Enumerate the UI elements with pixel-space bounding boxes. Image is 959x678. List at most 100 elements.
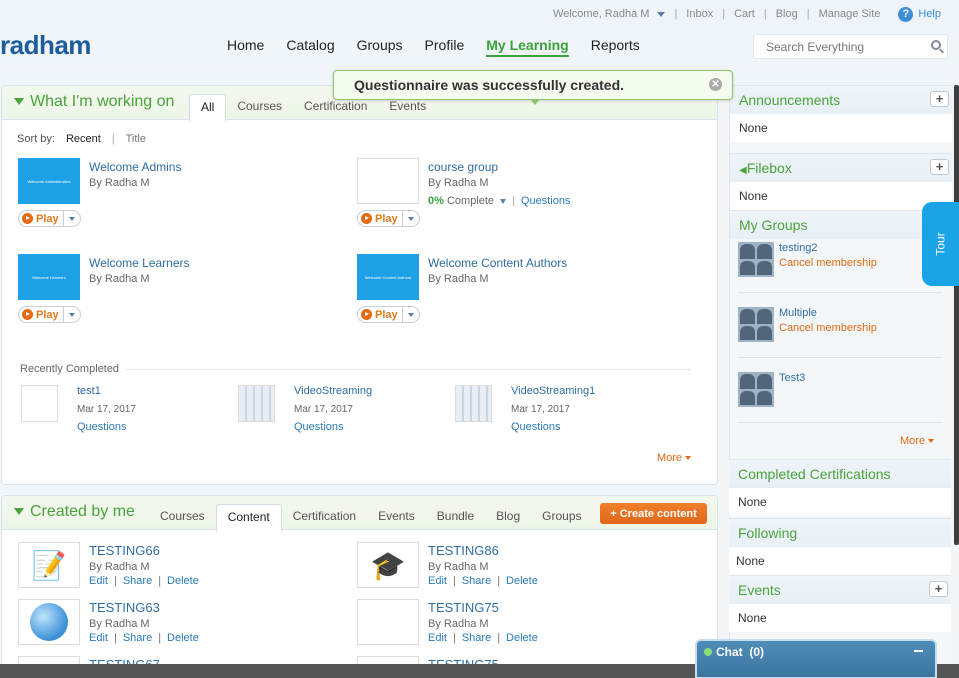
more-link[interactable]: More	[657, 452, 691, 464]
edit-link[interactable]: Edit	[89, 575, 108, 587]
recent-thumbnail[interactable]	[455, 385, 492, 422]
delete-link[interactable]: Delete	[506, 575, 538, 587]
play-button[interactable]: Play	[18, 306, 81, 323]
group-name[interactable]: Multiple	[779, 307, 817, 319]
share-link[interactable]: Share	[123, 632, 152, 644]
help-link[interactable]: ? Help	[898, 6, 941, 22]
edit-link[interactable]: Edit	[428, 632, 447, 644]
nav-my-learning[interactable]: My Learning	[486, 37, 569, 57]
tab-all[interactable]: All	[189, 94, 227, 122]
questions-link[interactable]: Questions	[511, 421, 561, 433]
cancel-membership-link[interactable]: Cancel membership	[779, 257, 877, 269]
announcements-value: None	[730, 114, 952, 142]
sort-title[interactable]: Title	[126, 133, 146, 145]
group-avatar-icon[interactable]	[738, 242, 774, 277]
sort-recent[interactable]: Recent	[66, 133, 101, 145]
content-thumbnail[interactable]	[18, 599, 80, 645]
create-content-button[interactable]: + Create content	[600, 503, 707, 524]
content-thumbnail[interactable]	[357, 599, 419, 645]
cart-link[interactable]: Cart	[734, 8, 755, 20]
recent-thumbnail[interactable]	[238, 385, 275, 422]
item-title[interactable]: course group	[428, 160, 498, 174]
tab-events[interactable]: Events	[367, 504, 426, 532]
questions-link[interactable]: Questions	[294, 421, 344, 433]
tab-bundle[interactable]: Bundle	[426, 504, 485, 532]
content-thumbnail[interactable]: 📝	[18, 542, 80, 588]
item-title[interactable]: Welcome Content Authors	[428, 256, 567, 270]
delete-link[interactable]: Delete	[167, 575, 199, 587]
site-logo[interactable]: radham	[0, 30, 91, 61]
questions-link[interactable]: Questions	[521, 195, 571, 207]
delete-link[interactable]: Delete	[167, 632, 199, 644]
tab-courses[interactable]: Courses	[149, 504, 216, 532]
recent-title[interactable]: VideoStreaming	[294, 385, 372, 397]
course-thumbnail[interactable]: Welcome Content Authors	[357, 254, 419, 300]
content-thumbnail[interactable]: 🎓	[357, 542, 419, 588]
chevron-down-icon[interactable]	[402, 211, 419, 226]
close-icon[interactable]: ✕	[709, 78, 722, 91]
tab-certification[interactable]: Certification	[282, 504, 367, 532]
search-input[interactable]: Search Everything	[766, 40, 864, 54]
share-link[interactable]: Share	[462, 632, 491, 644]
nav-profile[interactable]: Profile	[425, 37, 465, 57]
online-status-icon	[704, 648, 712, 656]
recent-title[interactable]: VideoStreaming1	[511, 385, 595, 397]
group-name[interactable]: Test3	[779, 372, 805, 384]
questions-link[interactable]: Questions	[77, 421, 127, 433]
chevron-down-icon[interactable]	[500, 198, 507, 204]
triangle-left-icon[interactable]: ◀	[739, 165, 747, 176]
nav-groups[interactable]: Groups	[357, 37, 403, 57]
collapse-icon[interactable]	[14, 508, 24, 515]
item-title[interactable]: Welcome Learners	[89, 256, 190, 270]
play-button[interactable]: Play	[357, 210, 420, 227]
delete-link[interactable]: Delete	[506, 632, 538, 644]
minimize-icon[interactable]	[914, 650, 923, 652]
cancel-membership-link[interactable]: Cancel membership	[779, 322, 877, 334]
inbox-link[interactable]: Inbox	[686, 8, 713, 20]
welcome-menu[interactable]: Welcome, Radha M	[553, 8, 666, 20]
add-announcement-button[interactable]: +	[930, 91, 949, 107]
chevron-down-icon[interactable]	[63, 211, 80, 226]
tour-button[interactable]: Tour	[922, 202, 959, 286]
nav-catalog[interactable]: Catalog	[286, 37, 334, 57]
content-title[interactable]: TESTING66	[89, 543, 160, 558]
scrollbar[interactable]	[954, 85, 959, 545]
play-icon	[22, 309, 33, 320]
add-file-button[interactable]: +	[930, 159, 949, 175]
add-event-button[interactable]: +	[929, 581, 948, 597]
edit-link[interactable]: Edit	[428, 575, 447, 587]
edit-link[interactable]: Edit	[89, 632, 108, 644]
group-avatar-icon[interactable]	[738, 372, 774, 407]
chat-widget[interactable]: Chat (0)	[695, 639, 937, 678]
share-link[interactable]: Share	[462, 575, 491, 587]
collapse-icon[interactable]	[14, 98, 24, 105]
course-thumbnail[interactable]: Welcome Learners	[18, 254, 80, 300]
manage-site-link[interactable]: Manage Site	[819, 8, 881, 20]
content-title[interactable]: TESTING75	[428, 600, 499, 615]
group-avatar-icon[interactable]	[738, 307, 774, 342]
tab-courses[interactable]: Courses	[226, 94, 293, 122]
recent-title[interactable]: test1	[77, 385, 101, 397]
course-thumbnail[interactable]	[357, 158, 419, 204]
search-icon[interactable]	[931, 40, 941, 50]
content-title[interactable]: TESTING86	[428, 543, 499, 558]
play-icon	[22, 213, 33, 224]
play-button[interactable]: Play	[18, 210, 81, 227]
search-box[interactable]: Search Everything	[753, 34, 948, 59]
group-name[interactable]: testing2	[779, 242, 818, 254]
tab-content[interactable]: Content	[215, 504, 282, 532]
recent-thumbnail[interactable]	[21, 385, 58, 422]
chevron-down-icon[interactable]	[63, 307, 80, 322]
nav-reports[interactable]: Reports	[591, 37, 640, 57]
nav-home[interactable]: Home	[227, 37, 264, 57]
tab-groups[interactable]: Groups	[531, 504, 592, 532]
item-title[interactable]: Welcome Admins	[89, 160, 181, 174]
course-thumbnail[interactable]: Welcome Administrators	[18, 158, 80, 204]
chevron-down-icon[interactable]	[402, 307, 419, 322]
tab-blog[interactable]: Blog	[485, 504, 531, 532]
play-button[interactable]: Play	[357, 306, 420, 323]
blog-link[interactable]: Blog	[776, 8, 798, 20]
content-title[interactable]: TESTING63	[89, 600, 160, 615]
share-link[interactable]: Share	[123, 575, 152, 587]
groups-more-link[interactable]: More	[900, 435, 934, 447]
